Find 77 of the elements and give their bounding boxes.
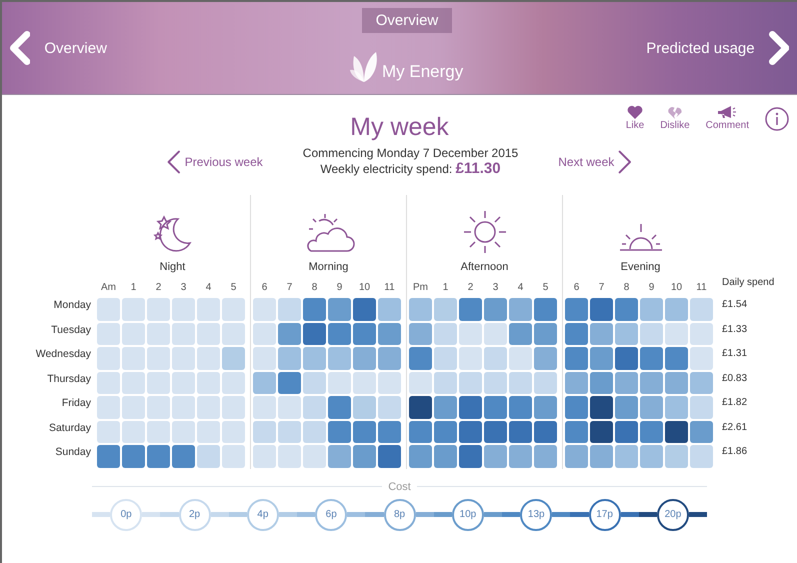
sun-icon xyxy=(462,209,508,255)
cost-step: 8p xyxy=(384,498,416,530)
previous-week-link[interactable]: Previous week xyxy=(166,148,263,174)
hour-label: 4 xyxy=(204,282,212,292)
hour-label: 7 xyxy=(286,282,294,292)
cost-step: 0p xyxy=(110,498,142,530)
lotus-logo-icon xyxy=(350,50,380,84)
day-label: Saturday xyxy=(48,420,91,436)
like-button[interactable]: Like xyxy=(626,105,644,131)
period-name: Morning xyxy=(308,261,348,273)
day-label: Friday xyxy=(62,396,91,411)
commencing-date: Commencing Monday 7 December 2015 xyxy=(302,146,518,160)
next-week-link[interactable]: Next week xyxy=(558,148,633,174)
daily-spend: £1.33 xyxy=(722,322,748,336)
cost-step: 17p xyxy=(588,498,621,530)
daily-spend: £0.83 xyxy=(722,372,748,386)
megaphone-icon xyxy=(717,105,738,119)
cost-step: 10p xyxy=(452,498,484,530)
hour-label: 6 xyxy=(572,282,580,292)
page-title: My week xyxy=(350,113,449,142)
heart-icon xyxy=(627,105,643,119)
hour-label: 6 xyxy=(260,282,268,292)
day-label: Tuesday xyxy=(51,322,91,338)
weekly-spend: Weekly electricity spend: £11.30 xyxy=(320,160,501,177)
chevron-left-icon xyxy=(166,148,182,174)
cost-step: 6p xyxy=(315,498,348,530)
comment-button[interactable]: Comment xyxy=(706,105,749,131)
hour-label: 10 xyxy=(670,282,684,292)
app-name: My Energy xyxy=(382,62,464,82)
hour-label: 11 xyxy=(695,282,708,292)
period-name: Night xyxy=(160,261,186,273)
cost-title: Cost xyxy=(388,480,411,492)
scale-segment xyxy=(92,512,110,517)
daily-spend-heading: Daily spend xyxy=(722,276,774,290)
period-name: Evening xyxy=(620,261,660,273)
forward-chevron-icon xyxy=(768,31,789,65)
hour-label: 7 xyxy=(598,282,606,292)
hour-label: 5 xyxy=(542,282,550,292)
daily-spend: £2.61 xyxy=(722,420,748,434)
hour-label: 3 xyxy=(492,282,500,292)
back-chevron-icon xyxy=(10,31,30,65)
overview-tab[interactable]: Overview xyxy=(362,8,452,33)
back-link[interactable]: Overview xyxy=(2,31,115,65)
hour-label: 10 xyxy=(358,282,372,292)
cost-step: 13p xyxy=(520,498,552,530)
cost-step: 2p xyxy=(178,498,211,530)
period-name: Afternoon xyxy=(460,261,508,273)
hour-label: 9 xyxy=(336,282,344,292)
hour-label: Pm xyxy=(412,282,429,292)
hour-label: 4 xyxy=(516,282,524,292)
hour-label: 11 xyxy=(383,282,396,292)
hour-label: 5 xyxy=(230,282,238,292)
hour-label: 1 xyxy=(130,282,138,292)
hour-label: 8 xyxy=(622,282,630,292)
cost-step: 20p xyxy=(656,498,689,530)
daily-spend: £1.31 xyxy=(722,347,748,361)
scale-segment xyxy=(688,512,708,517)
hour-label: 8 xyxy=(310,282,318,292)
daily-spend: £1.82 xyxy=(722,396,748,410)
forward-link[interactable]: Predicted usage xyxy=(638,31,797,65)
chevron-right-icon xyxy=(617,148,633,174)
day-label: Wednesday xyxy=(36,347,91,362)
info-button[interactable] xyxy=(765,107,789,131)
hour-label: 9 xyxy=(648,282,656,292)
hour-label: 2 xyxy=(466,282,474,292)
hour-label: 2 xyxy=(154,282,162,292)
hour-label: 1 xyxy=(442,282,450,292)
hour-label: Am xyxy=(100,282,117,292)
cost-step: 4p xyxy=(246,498,279,530)
day-label: Thursday xyxy=(47,372,91,386)
hour-label: 3 xyxy=(180,282,188,292)
daily-spend: £1.86 xyxy=(722,445,748,459)
day-label: Monday xyxy=(54,298,91,313)
day-label: Sunday xyxy=(55,445,91,460)
daily-spend: £1.54 xyxy=(722,298,748,312)
dislike-button[interactable]: Dislike xyxy=(660,105,690,131)
broken-heart-icon xyxy=(666,105,683,119)
